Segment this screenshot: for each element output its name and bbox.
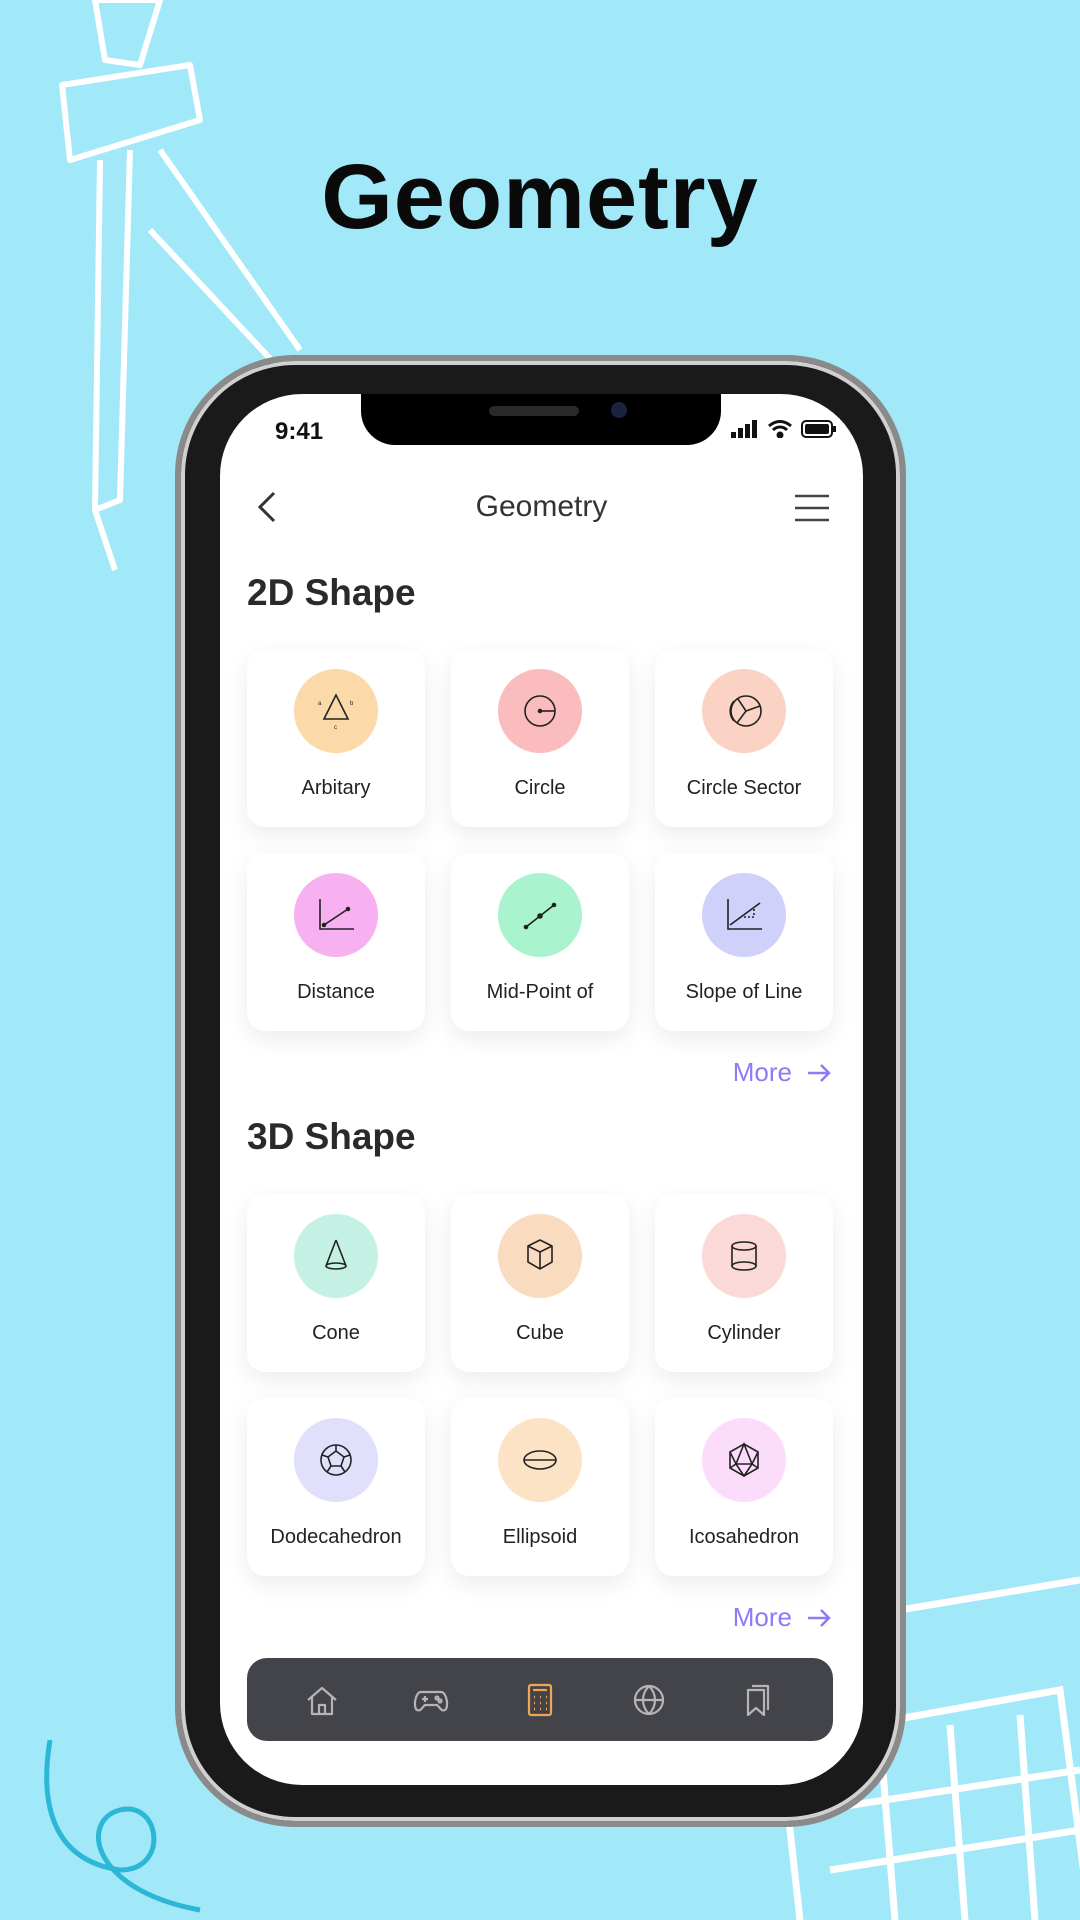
- shape-card-cone[interactable]: Cone: [247, 1194, 425, 1372]
- home-icon: [306, 1686, 337, 1715]
- shape-card-ellipsoid[interactable]: Ellipsoid: [451, 1398, 629, 1576]
- phone-screen: 9:41 Geometry 2D Shape a b c Arbitary Circle…: [220, 394, 863, 1785]
- shape-label: Circle Sector: [686, 777, 802, 799]
- shape-label: Cylinder: [707, 1322, 781, 1344]
- triangle-icon: a b c: [294, 669, 378, 753]
- shape-grid-3d: Cone Cube Cylinder Dodecahedron Ellipsoid Ico…: [247, 1194, 833, 1576]
- shape-card-mid-point-of[interactable]: Mid-Point of: [451, 853, 629, 1031]
- shape-card-cube[interactable]: Cube: [451, 1194, 629, 1372]
- shape-card-dodecahedron[interactable]: Dodecahedron: [247, 1398, 425, 1576]
- icosahedron-icon: [702, 1418, 786, 1502]
- shape-card-slope-of-line[interactable]: Slope of Line: [655, 853, 833, 1031]
- slope-icon: [702, 873, 786, 957]
- globe-icon: [634, 1684, 665, 1715]
- shape-label: Dodecahedron: [270, 1526, 402, 1548]
- svg-text:a: a: [318, 701, 322, 707]
- shape-card-cylinder[interactable]: Cylinder: [655, 1194, 833, 1372]
- shape-label: Slope of Line: [685, 981, 803, 1003]
- cone-icon: [294, 1214, 378, 1298]
- battery-icon: [801, 420, 836, 438]
- shape-label: Icosahedron: [688, 1526, 800, 1548]
- shape-label: Mid-Point of: [486, 981, 594, 1003]
- shape-card-circle-sector[interactable]: Circle Sector: [655, 649, 833, 827]
- shape-label: Circle: [514, 777, 566, 799]
- more-link-2d[interactable]: More: [733, 1057, 832, 1088]
- arrow-right-icon: [808, 1063, 831, 1082]
- tab-calculator[interactable]: [516, 1676, 564, 1724]
- dodecahedron-icon: [294, 1418, 378, 1502]
- svg-text:b: b: [350, 701, 354, 707]
- tab-bookmarks[interactable]: [734, 1676, 782, 1724]
- wifi-icon: [768, 420, 792, 438]
- section-title-2d: 2D Shape: [247, 572, 416, 613]
- distance-graph-icon: [294, 873, 378, 957]
- calculator-icon: [527, 1683, 553, 1716]
- arrow-right-icon: [808, 1608, 831, 1627]
- shape-label: Ellipsoid: [502, 1526, 578, 1548]
- midpoint-icon: [498, 873, 582, 957]
- svg-text:c: c: [334, 725, 337, 731]
- cube-icon: [498, 1214, 582, 1298]
- tab-gamepad[interactable]: [407, 1676, 455, 1724]
- menu-button[interactable]: [793, 494, 831, 522]
- notch: [361, 394, 721, 445]
- shape-card-icosahedron[interactable]: Icosahedron: [655, 1398, 833, 1576]
- shape-grid-2d: a b c Arbitary Circle Circle Sector Distance Mi…: [247, 649, 833, 1031]
- signal-icon: [731, 420, 757, 438]
- more-label: More: [732, 1057, 792, 1087]
- shape-label: Distance: [297, 981, 375, 1003]
- shape-label: Cube: [516, 1322, 564, 1344]
- tab-home[interactable]: [298, 1676, 346, 1724]
- cylinder-icon: [702, 1214, 786, 1298]
- tab-globe[interactable]: [625, 1676, 673, 1724]
- shape-label: Cone: [312, 1322, 360, 1344]
- status-icons: [731, 420, 837, 438]
- ellipsoid-icon: [498, 1418, 582, 1502]
- shape-label: Arbitary: [301, 777, 371, 799]
- circle-sector-icon: [702, 669, 786, 753]
- nav-title: Geometry: [475, 490, 608, 523]
- bottom-tab-bar: [247, 1658, 833, 1741]
- speaker: [489, 406, 579, 416]
- camera: [611, 402, 627, 418]
- bookmarks-icon: [747, 1684, 770, 1716]
- headline: Geometry: [321, 146, 759, 248]
- shape-card-arbitary[interactable]: a b c Arbitary: [247, 649, 425, 827]
- more-link-3d[interactable]: More: [733, 1602, 832, 1633]
- gamepad-icon: [413, 1690, 448, 1711]
- shape-card-distance[interactable]: Distance: [247, 853, 425, 1031]
- section-title-3d: 3D Shape: [247, 1116, 416, 1157]
- shape-card-circle[interactable]: Circle: [451, 649, 629, 827]
- more-label: More: [732, 1602, 792, 1632]
- status-time: 9:41: [275, 418, 324, 445]
- circle-radius-icon: [498, 669, 582, 753]
